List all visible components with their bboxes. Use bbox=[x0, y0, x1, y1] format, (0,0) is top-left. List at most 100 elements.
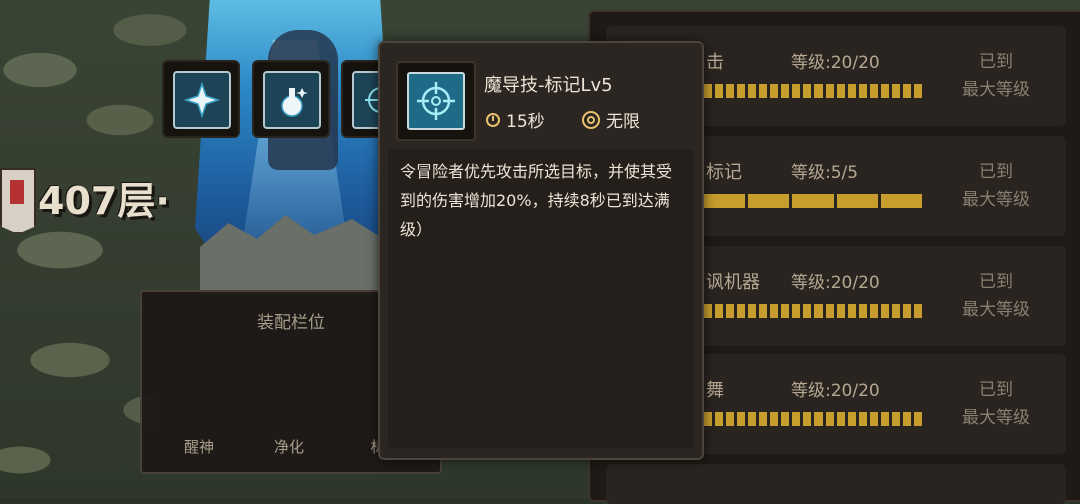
tooltip-cooldown: 15秒 bbox=[486, 107, 545, 132]
rock-base bbox=[200, 215, 390, 295]
progress-segment bbox=[836, 84, 845, 98]
skill-name: 标记 bbox=[706, 162, 742, 183]
skill-status-line: 最大等级 bbox=[962, 300, 1030, 320]
skill-status-line: 最大等级 bbox=[962, 80, 1030, 100]
skill-progress-bar bbox=[704, 412, 922, 426]
progress-segment bbox=[880, 304, 889, 318]
skill-progress-bar bbox=[704, 194, 923, 208]
tooltip-body: 令冒险者优先攻击所选目标，并使其受到的伤害增加20%，持续8秒已到达满级） bbox=[388, 149, 694, 448]
progress-segment bbox=[726, 84, 735, 98]
skill-status-line: 已到 bbox=[979, 162, 1013, 182]
skill-level: 等级:20/20 bbox=[791, 53, 880, 73]
progress-segment bbox=[748, 304, 757, 318]
progress-segment bbox=[880, 194, 923, 208]
progress-segment bbox=[858, 84, 867, 98]
progress-segment bbox=[748, 412, 757, 426]
progress-segment bbox=[814, 84, 823, 98]
progress-segment bbox=[902, 412, 911, 426]
progress-segment bbox=[902, 84, 911, 98]
crosshair-skill-icon bbox=[407, 72, 465, 130]
progress-segment bbox=[814, 304, 823, 318]
progress-segment bbox=[759, 304, 768, 318]
progress-segment bbox=[715, 304, 724, 318]
progress-segment bbox=[715, 84, 724, 98]
tooltip-cooldown-value: 15秒 bbox=[506, 112, 545, 132]
skill-status-line: 已到 bbox=[979, 52, 1013, 72]
skill-name: 讽机器 bbox=[706, 272, 760, 293]
progress-segment bbox=[737, 304, 746, 318]
progress-segment bbox=[825, 304, 834, 318]
equip-slot-label-2: 净化 bbox=[273, 438, 304, 456]
progress-segment bbox=[869, 84, 878, 98]
sparkle-skill-icon bbox=[173, 71, 231, 129]
equip-slot-1[interactable] bbox=[162, 60, 240, 138]
skill-status: 已到 最大等级 bbox=[936, 48, 1056, 104]
progress-segment bbox=[781, 304, 790, 318]
progress-segment bbox=[858, 304, 867, 318]
progress-segment bbox=[847, 84, 856, 98]
progress-segment bbox=[825, 412, 834, 426]
progress-segment bbox=[770, 304, 779, 318]
skill-status-line: 已到 bbox=[979, 380, 1013, 400]
progress-segment bbox=[913, 304, 922, 318]
progress-segment bbox=[803, 304, 812, 318]
skill-level: 等级:5/5 bbox=[791, 163, 859, 183]
progress-segment bbox=[913, 412, 922, 426]
progress-segment bbox=[913, 84, 922, 98]
progress-segment bbox=[869, 412, 878, 426]
skill-level: 等级:20/20 bbox=[791, 381, 880, 401]
progress-segment bbox=[715, 412, 724, 426]
progress-segment bbox=[792, 412, 801, 426]
progress-segment bbox=[836, 304, 845, 318]
potion-skill-icon bbox=[263, 71, 321, 129]
clock-icon bbox=[486, 112, 500, 127]
target-icon bbox=[582, 110, 600, 129]
skill-status-line: 最大等级 bbox=[962, 408, 1030, 428]
progress-segment bbox=[704, 304, 713, 318]
progress-segment bbox=[726, 304, 735, 318]
tooltip-description: 令冒险者优先攻击所选目标，并使其受到的伤害增加20%，持续8秒已到达满级） bbox=[400, 162, 673, 239]
progress-segment bbox=[704, 194, 746, 208]
progress-segment bbox=[836, 412, 845, 426]
progress-segment bbox=[737, 84, 746, 98]
progress-segment bbox=[803, 84, 812, 98]
progress-segment bbox=[759, 84, 768, 98]
progress-segment bbox=[836, 194, 878, 208]
progress-segment bbox=[792, 304, 801, 318]
progress-segment bbox=[880, 412, 889, 426]
progress-segment bbox=[737, 412, 746, 426]
tooltip-title: 魔导技-标记Lv5 bbox=[484, 75, 613, 96]
progress-segment bbox=[781, 412, 790, 426]
progress-segment bbox=[792, 194, 834, 208]
equip-slot-2[interactable] bbox=[252, 60, 330, 138]
skill-level: 等级:20/20 bbox=[791, 273, 880, 293]
progress-segment bbox=[902, 304, 911, 318]
floor-label: 407层· bbox=[38, 179, 170, 223]
progress-segment bbox=[858, 412, 867, 426]
tooltip-range-value: 无限 bbox=[606, 112, 640, 132]
progress-segment bbox=[792, 84, 801, 98]
skill-tooltip: 魔导技-标记Lv5 15秒 无限 令冒险者优先攻击所选目标，并使其受到的伤害增加… bbox=[378, 41, 704, 460]
skill-progress-bar bbox=[704, 84, 922, 98]
progress-segment bbox=[770, 84, 779, 98]
progress-segment bbox=[847, 412, 856, 426]
progress-segment bbox=[803, 412, 812, 426]
progress-segment bbox=[704, 84, 713, 98]
skill-row-5[interactable] bbox=[606, 464, 1066, 504]
progress-segment bbox=[869, 304, 878, 318]
tooltip-icon-frame bbox=[396, 61, 476, 141]
skill-status: 已到 最大等级 bbox=[936, 158, 1056, 214]
progress-segment bbox=[748, 84, 757, 98]
progress-segment bbox=[891, 304, 900, 318]
skill-status: 已到 最大等级 bbox=[936, 268, 1056, 324]
progress-segment bbox=[891, 412, 900, 426]
equip-slot-label-1: 醒神 bbox=[183, 438, 214, 456]
progress-segment bbox=[891, 84, 900, 98]
skill-status-line: 已到 bbox=[979, 272, 1013, 292]
skill-progress-bar bbox=[704, 304, 922, 318]
progress-segment bbox=[825, 84, 834, 98]
progress-segment bbox=[781, 84, 790, 98]
tooltip-range: 无限 bbox=[582, 107, 640, 132]
skill-status: 已到 最大等级 bbox=[936, 376, 1056, 432]
progress-segment bbox=[704, 412, 713, 426]
